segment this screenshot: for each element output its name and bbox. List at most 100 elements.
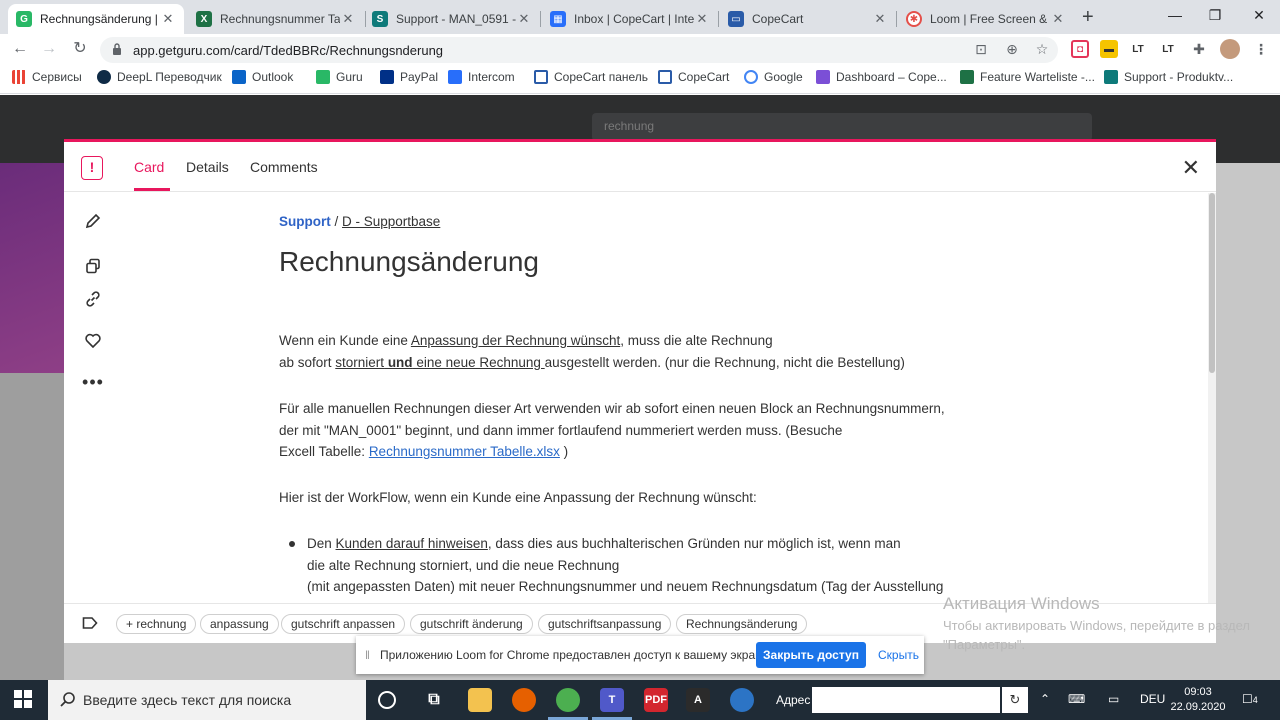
url-text[interactable]: app.getguru.com/card/TdedBBRc/Rechnungsn… [133,43,443,58]
reload-icon[interactable]: ↻ [69,38,91,60]
browser-tab-loom[interactable]: ✱ Loom | Free Screen & V ✕ [898,4,1074,34]
list-item: Den Kunden darauf hinweisen, dass dies a… [289,533,999,598]
file-explorer-icon[interactable] [468,688,492,712]
excel-icon: X [196,11,212,27]
bookmark-copecart-panel[interactable]: CopeCart панель [534,70,648,84]
bookmark-paypal[interactable]: PayPal [380,70,438,84]
card-actions: ••• [64,193,124,603]
excel-sheet-link[interactable]: Rechnungsnummer Tabelle.xlsx [369,444,560,459]
language-indicator[interactable]: DEU [1140,692,1165,706]
tag-chip[interactable]: gutschrift anpassen [281,614,406,634]
verification-alert-icon[interactable]: ! [81,156,103,180]
scrollbar-thumb[interactable] [1209,193,1215,373]
text: Wenn ein Kunde eine [279,333,411,348]
tray-expand-icon[interactable]: ⌃ [1040,692,1050,706]
network-icon[interactable]: ▭ [1108,692,1119,706]
extension-shield-icon[interactable]: ◘ [1071,40,1089,58]
close-window-icon[interactable]: ✕ [1236,0,1280,30]
app-sidebar-banner [0,163,64,373]
more-options-icon[interactable]: ••• [82,371,104,393]
browser-tab-guru[interactable]: G Rechnungsänderung | G ✕ [8,4,184,34]
tag-chip[interactable]: Rechnungsänderung [676,614,808,634]
address-go-icon[interactable]: ↻ [1002,687,1028,713]
drag-handle-icon[interactable]: ‖ [365,648,370,662]
bookmark-deepl[interactable]: DeepL Переводчик [97,70,222,84]
bookmark-star-icon[interactable]: ☆ [1033,41,1051,59]
tab-details[interactable]: Details [186,159,229,175]
task-view-icon[interactable]: ⧉ [422,688,446,712]
browser-tab-copecart[interactable]: ▭ CopeCart ✕ [720,4,896,34]
bookmark-dashboard[interactable]: Dashboard – Cope... [816,70,947,84]
zoom-icon[interactable]: ⊕ [1003,41,1021,59]
breadcrumb-board[interactable]: D - Supportbase [342,214,440,229]
pdf-editor-icon[interactable]: PDF [644,688,668,712]
bookmark-apps[interactable]: Сервисы [12,70,82,84]
forward-icon[interactable]: → [38,38,60,60]
cortana-icon[interactable] [378,691,396,709]
address-toolbar-input[interactable] [812,687,1000,713]
text: , dass dies aus buchhalterischen Gründen… [487,536,901,551]
acrobat-icon[interactable]: A [686,688,710,712]
tag-chip[interactable]: anpassung [200,614,279,634]
close-card-icon[interactable]: ✕ [1182,155,1200,181]
bookmark-google[interactable]: Google [744,70,803,84]
bookmark-support[interactable]: Support - Produktv... [1104,70,1233,84]
bookmark-copecart[interactable]: CopeCart [658,70,729,84]
share-message: Приложению Loom for Chrome предоставлен … [380,648,770,662]
teams-icon[interactable]: T [600,688,624,712]
copy-icon[interactable] [82,255,104,277]
languagetool-plus-icon[interactable]: LT [1159,40,1177,58]
hide-bar-link[interactable]: Скрыть [878,648,919,662]
favorite-heart-icon[interactable] [82,329,104,351]
languagetool-icon[interactable]: LT [1129,40,1147,58]
tab-title: Support - MAN_0591 - [396,12,516,26]
browser-menu-icon[interactable]: ⋮ [1252,40,1270,58]
keyboard-icon[interactable]: ⌨ [1068,692,1085,706]
content-scrollbar[interactable] [1208,193,1216,603]
profile-avatar-icon[interactable] [1220,39,1240,59]
close-tab-icon[interactable]: ✕ [340,11,356,27]
browser-tab-intercom[interactable]: ▦ Inbox | CopeCart | Inter ✕ [542,4,718,34]
bookmark-guru[interactable]: Guru [316,70,363,84]
close-tab-icon[interactable]: ✕ [516,11,532,27]
close-tab-icon[interactable]: ✕ [1050,11,1066,27]
app-search-input[interactable]: rechnung [592,113,1092,141]
tab-comments[interactable]: Comments [250,159,318,175]
bookmark-label: Guru [336,70,363,84]
tag-chip[interactable]: + rechnung [116,614,197,634]
edit-pencil-icon[interactable] [82,210,104,232]
link-icon[interactable] [82,288,104,310]
text-underlined: Kunden darauf hinweisen [335,536,488,551]
app-globe-icon[interactable] [730,688,754,712]
chrome-icon[interactable] [556,688,580,712]
extensions-puzzle-icon[interactable]: ✚ [1190,40,1208,58]
back-icon[interactable]: ← [9,38,31,60]
browser-tab-excel[interactable]: X Rechnungsnummer Tab ✕ [188,4,364,34]
bookmark-feature-list[interactable]: Feature Warteliste -... [960,70,1095,84]
address-bar[interactable]: app.getguru.com/card/TdedBBRc/Rechnungsn… [100,37,1058,63]
text: ) [559,444,569,459]
tag-chip[interactable]: gutschriftsanpassung [538,614,672,634]
close-tab-icon[interactable]: ✕ [160,11,176,27]
tag-chip[interactable]: gutschrift änderung [410,614,533,634]
bookmark-label: PayPal [400,70,439,84]
close-tab-icon[interactable]: ✕ [694,11,710,27]
notifications-icon[interactable]: ☐4 [1242,692,1258,706]
bookmark-intercom[interactable]: Intercom [448,70,515,84]
close-tab-icon[interactable]: ✕ [872,11,888,27]
breadcrumb-collection[interactable]: Support [279,214,331,229]
maximize-window-icon[interactable]: ❐ [1192,0,1238,30]
address-toolbar-label: Адрес [776,693,811,707]
new-tab-button[interactable]: + [1082,6,1094,29]
system-clock[interactable]: 09:03 22.09.2020 [1170,685,1226,715]
tab-title: Inbox | CopeCart | Inter [574,12,694,26]
firefox-icon[interactable] [512,688,536,712]
taskbar-search[interactable]: Введите здесь текст для поиска [48,680,366,720]
tab-card[interactable]: Card [134,159,164,175]
stop-sharing-button[interactable]: Закрыть доступ [756,642,866,668]
windows-start-icon[interactable] [14,690,32,708]
browser-tab-support[interactable]: S Support - MAN_0591 - ✕ [364,4,540,34]
extension-yellow-icon[interactable]: ▬ [1100,40,1118,58]
bookmark-outlook[interactable]: Outlook [232,70,293,84]
translate-icon[interactable]: ⊡ [972,41,990,59]
